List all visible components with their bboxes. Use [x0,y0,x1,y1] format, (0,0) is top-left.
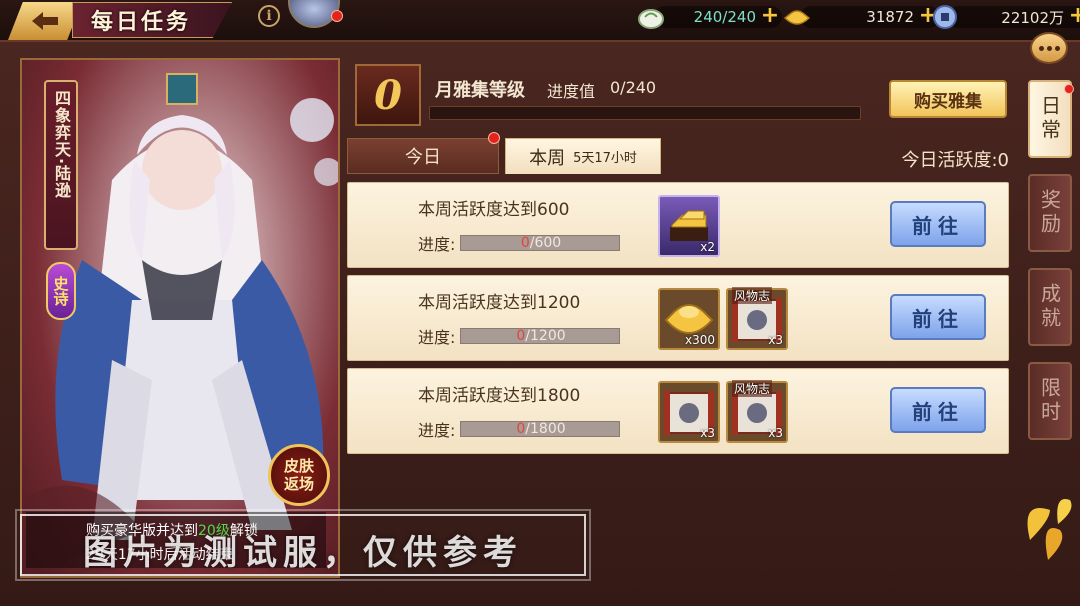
stamina-resource: 240/240 + [636,4,782,30]
reward-qty: x300 [684,333,715,347]
period-tabs: 今日 本周 5天17小时 今日活跃度:0 [345,132,1015,174]
rarity-label: 史诗 [51,276,70,306]
tab-today[interactable]: 今日 [347,138,499,174]
task-name: 本周活跃度达到1200 [418,293,581,313]
daily-activity-label: 今日活跃度:0 [901,150,1009,171]
reward-item[interactable]: x2 [658,195,720,257]
reward-tag: 风物志 [732,287,773,304]
bun-icon [638,9,664,29]
task-name: 本周活跃度达到600 [418,200,570,220]
unlock-condition: 购买豪华版并达到20级解锁 [86,520,258,540]
back-button[interactable] [8,2,82,40]
go-button[interactable]: 前往 [890,387,986,433]
task-progress-bar: 0/1800 [460,421,620,437]
hero-portrait[interactable]: 四象弈天·陆逊 史诗 皮肤返场 购买豪华版并达到20级解锁 29天17小时后活动… [20,58,340,578]
hero-name-banner: 四象弈天·陆逊 [44,80,78,250]
pass-progress-value: 0/240 [610,78,657,97]
task-progress-text: 0/1800 [461,421,621,437]
task-progress-bar: 0/600 [460,235,620,251]
task-progress-current: 0 [516,328,526,344]
unlock-prefix: 购买豪华版并达到 [86,523,198,539]
task-progress-current: 0 [516,421,526,437]
title-plate: 每日任务 [72,2,232,38]
reward-qty: x2 [700,240,715,254]
tab-limited[interactable]: 限时 [1028,362,1072,440]
task-progress-label: 进度: [418,421,456,440]
tab-week[interactable]: 本周 5天17小时 [505,138,661,174]
pass-level-value: 0 [374,71,402,119]
rarity-badge: 史诗 [46,262,76,320]
pass-level-badge: 0 [355,64,421,126]
skin-return-label: 皮肤返场 [283,457,314,493]
task-name: 本周活跃度达到1800 [418,386,581,406]
go-button[interactable]: 前往 [890,294,986,340]
add-coin-button[interactable]: + [1068,5,1080,27]
task-progress-target: /1800 [525,421,566,437]
tab-today-label: 今日 [405,147,441,168]
coin-resource: 22102万 + [930,4,1080,30]
pass-level-title: 月雅集等级 [435,80,525,101]
tab-achievements[interactable]: 成就 [1028,268,1072,346]
task-progress-bar: 0/1200 [460,328,620,344]
task-list: 本周活跃度达到600 进度: 0/600 x2 前往 本周活跃度达到1200 进… [347,182,1009,461]
side-tab-alert-dot [1064,84,1074,94]
stamina-value: 240/240 [693,8,756,26]
task-row: 本周活跃度达到600 进度: 0/600 x2 前往 [347,182,1009,268]
task-progress-current: 0 [520,235,530,251]
task-progress-text: 0/600 [461,235,621,251]
hero-name: 四象弈天·陆逊 [52,90,71,200]
reward-item[interactable]: 风物志 x3 [726,380,788,443]
task-row: 本周活跃度达到1200 进度: 0/1200 x300 风物志 x3 前往 [347,275,1009,361]
task-progress-target: /600 [529,235,562,251]
arrow-left-icon [32,12,58,30]
unlock-info: 购买豪华版并达到20级解锁 29天17小时后活动结束 [26,512,326,568]
gold-ingot-icon [783,10,811,25]
side-tab-label: 限时 [1037,377,1062,425]
notification-dot [331,10,343,22]
reward-qty: x3 [768,426,783,440]
side-tab-label: 日常 [1037,95,1062,143]
pass-progress-bar [429,106,861,120]
reward-item[interactable]: x3 [658,381,720,443]
gold-resource: 31872 + [782,4,940,30]
tab-week-label: 本周 [529,147,566,169]
coin-icon [933,5,957,29]
tab-week-timer: 5天17小时 [573,151,637,166]
tab-today-alert-dot [488,132,500,144]
task-progress-label: 进度: [418,235,456,254]
tab-rewards[interactable]: 奖励 [1028,174,1072,252]
side-tab-label: 成就 [1037,283,1062,331]
unlock-level: 20级 [198,523,230,539]
top-bar: 每日任务 i 240/240 + 31872 + 22102万 + [0,0,1080,42]
task-panel: 0 月雅集等级 进度值 0/240 购买雅集 今日 本周 5天17小时 今日活跃… [345,58,1015,578]
chat-icon[interactable] [1030,32,1068,64]
reward-qty: x3 [768,333,783,347]
pass-progress-label: 进度值 [547,82,596,101]
ginkgo-leaf-icon [1027,499,1072,560]
task-progress-label: 进度: [418,328,456,347]
go-button[interactable]: 前往 [890,201,986,247]
side-tab-label: 奖励 [1037,189,1062,237]
reward-item[interactable]: x300 [658,288,720,350]
skin-return-button[interactable]: 皮肤返场 [268,444,330,506]
task-progress-text: 0/1200 [461,328,621,344]
info-icon[interactable]: i [258,5,280,27]
page-title: 每日任务 [91,10,192,35]
reward-tag: 风物志 [732,380,773,397]
task-progress-target: /1200 [525,328,566,344]
reward-item[interactable]: 风物志 x3 [726,287,788,350]
pass-level-row: 0 月雅集等级 进度值 0/240 购买雅集 [345,58,1015,134]
add-stamina-button[interactable]: + [760,5,780,27]
event-countdown: 29天17小时后活动结束 [86,547,234,563]
coin-value: 22102万 [1001,8,1064,27]
gold-value: 31872 [866,8,914,26]
buy-pass-button[interactable]: 购买雅集 [889,80,1007,118]
reward-qty: x3 [700,426,715,440]
unlock-suffix: 解锁 [229,523,258,539]
task-row: 本周活跃度达到1800 进度: 0/1800 x3 风物志 x3 前往 [347,368,1009,454]
